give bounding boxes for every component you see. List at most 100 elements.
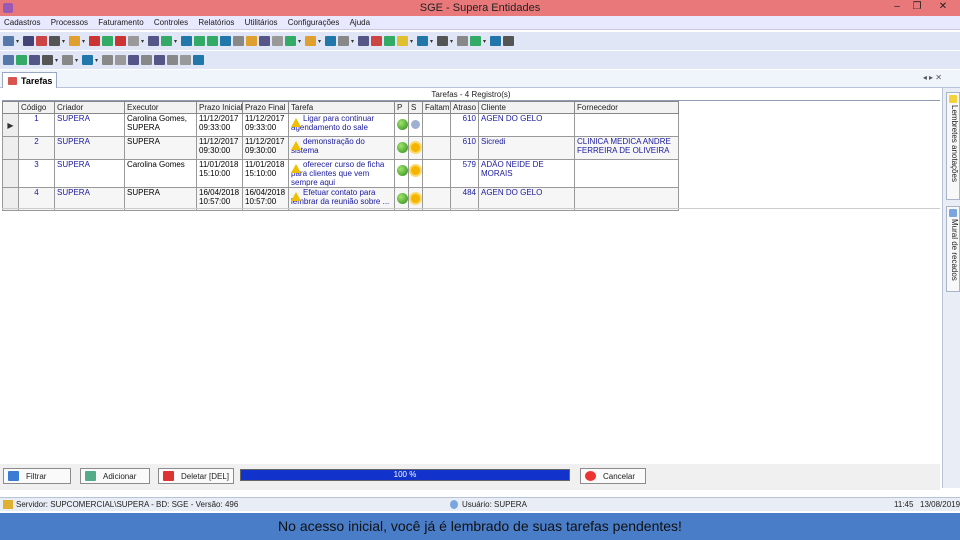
tab-tarefas[interactable]: Tarefas — [2, 72, 57, 88]
cancelar-button[interactable]: Cancelar — [580, 468, 646, 484]
header-cliente[interactable]: Cliente — [478, 101, 575, 114]
tool-icon[interactable] — [16, 55, 27, 65]
tool-icon[interactable] — [259, 36, 270, 46]
tool-icon[interactable] — [128, 55, 139, 65]
tool-icon[interactable] — [128, 36, 139, 46]
tool-icon[interactable] — [193, 55, 204, 65]
tool-icon[interactable] — [167, 55, 178, 65]
tool-icon[interactable] — [437, 36, 448, 46]
header-s[interactable]: S — [408, 101, 423, 114]
vtab-mural[interactable]: Mural de recados — [946, 206, 960, 292]
filtrar-button[interactable]: Filtrar — [3, 468, 71, 484]
tool-icon[interactable] — [246, 36, 257, 46]
header-faltam[interactable]: Faltam — [422, 101, 451, 114]
tool-icon[interactable] — [89, 36, 100, 46]
adicionar-button[interactable]: Adicionar — [80, 468, 150, 484]
restore-icon[interactable]: ❐ — [910, 1, 924, 12]
tool-icon[interactable] — [29, 55, 40, 65]
dropdown-arrow-icon[interactable]: ▾ — [351, 38, 355, 45]
tool-icon[interactable] — [358, 36, 369, 46]
menu-item-configuracoes[interactable]: Configurações — [288, 18, 340, 27]
header-prazo-final[interactable]: Prazo Final — [242, 101, 289, 114]
tool-icon[interactable] — [3, 36, 14, 46]
tool-icon[interactable] — [102, 55, 113, 65]
dropdown-arrow-icon[interactable]: ▾ — [430, 38, 434, 45]
menu-item-ajuda[interactable]: Ajuda — [350, 18, 370, 27]
row-indicator[interactable] — [2, 159, 19, 188]
header-p[interactable]: P — [394, 101, 409, 114]
header-criador[interactable]: Criador — [54, 101, 125, 114]
menu-item-utilitarios[interactable]: Utilitários — [245, 18, 278, 27]
header-tarefa[interactable]: Tarefa — [288, 101, 395, 114]
tab-scroll-arrows[interactable]: ◂ ▸ ✕ — [923, 73, 942, 82]
dropdown-arrow-icon[interactable]: ▾ — [318, 38, 322, 45]
tool-icon[interactable] — [141, 55, 152, 65]
tool-icon[interactable] — [194, 36, 205, 46]
tool-icon[interactable] — [180, 55, 191, 65]
dropdown-arrow-icon[interactable]: ▾ — [82, 38, 86, 45]
dropdown-arrow-icon[interactable]: ▾ — [483, 38, 487, 45]
tool-icon[interactable] — [417, 36, 428, 46]
row-indicator[interactable] — [2, 136, 19, 160]
dropdown-arrow-icon[interactable]: ▾ — [62, 38, 66, 45]
header-codigo[interactable]: Código — [18, 101, 55, 114]
table-row[interactable]: 3 SUPERA Carolina Gomes 11/01/2018 15:10:00… — [2, 159, 679, 188]
close-icon[interactable]: ✕ — [936, 1, 950, 12]
tool-icon[interactable] — [42, 55, 53, 65]
menu-item-processos[interactable]: Processos — [51, 18, 88, 27]
tool-icon[interactable] — [115, 55, 126, 65]
tool-icon[interactable] — [62, 55, 73, 65]
tool-icon[interactable] — [384, 36, 395, 46]
tool-icon[interactable] — [220, 36, 231, 46]
tool-icon[interactable] — [457, 36, 468, 46]
menu-item-controles[interactable]: Controles — [154, 18, 188, 27]
tool-icon[interactable] — [470, 36, 481, 46]
tool-icon[interactable] — [23, 36, 34, 46]
dropdown-arrow-icon[interactable]: ▾ — [55, 57, 59, 64]
header-prazo-inicial[interactable]: Prazo Inicial — [196, 101, 243, 114]
tool-icon[interactable] — [490, 36, 501, 46]
menu-item-cadastros[interactable]: Cadastros — [4, 18, 40, 27]
tool-icon[interactable] — [148, 36, 159, 46]
tool-icon[interactable] — [285, 36, 296, 46]
tool-icon[interactable] — [115, 36, 126, 46]
minimize-icon[interactable]: – — [890, 1, 904, 12]
tool-icon[interactable] — [49, 36, 60, 46]
tool-icon[interactable] — [371, 36, 382, 46]
header-fornecedor[interactable]: Fornecedor — [574, 101, 679, 114]
tool-icon[interactable] — [272, 36, 283, 46]
tool-icon[interactable] — [503, 36, 514, 46]
tool-icon[interactable] — [102, 36, 113, 46]
dropdown-arrow-icon[interactable]: ▾ — [95, 57, 99, 64]
tool-icon[interactable] — [207, 36, 218, 46]
dropdown-arrow-icon[interactable]: ▾ — [75, 57, 79, 64]
tool-icon[interactable] — [69, 36, 80, 46]
tool-icon[interactable] — [233, 36, 244, 46]
dropdown-arrow-icon[interactable]: ▾ — [16, 38, 20, 45]
tool-icon[interactable] — [154, 55, 165, 65]
dropdown-arrow-icon[interactable]: ▾ — [410, 38, 414, 45]
deletar-button[interactable]: Deletar [DEL] — [158, 468, 234, 484]
tool-icon[interactable] — [338, 36, 349, 46]
tool-icon[interactable] — [36, 36, 47, 46]
dropdown-arrow-icon[interactable]: ▾ — [450, 38, 454, 45]
dropdown-arrow-icon[interactable]: ▾ — [174, 38, 178, 45]
table-row[interactable]: ▶ 1 SUPERA Carolina Gomes, SUPERA 11/12/2017… — [2, 113, 679, 137]
tool-icon[interactable] — [397, 36, 408, 46]
tool-icon[interactable] — [161, 36, 172, 46]
table-row[interactable]: 2 SUPERA SUPERA 11/12/2017 09:30:00 11/12/20… — [2, 136, 679, 160]
menu-item-relatorios[interactable]: Relatórios — [198, 18, 234, 27]
tool-icon[interactable] — [305, 36, 316, 46]
menu-item-faturamento[interactable]: Faturamento — [98, 18, 143, 27]
header-executor[interactable]: Executor — [124, 101, 197, 114]
tool-icon[interactable] — [181, 36, 192, 46]
tool-icon[interactable] — [82, 55, 93, 65]
dropdown-arrow-icon[interactable]: ▾ — [141, 38, 145, 45]
dropdown-arrow-icon[interactable]: ▾ — [298, 38, 302, 45]
cell-codigo: 1 — [18, 113, 55, 137]
vtab-lembretes[interactable]: Lembretes anotações — [946, 92, 960, 200]
header-atraso[interactable]: Atraso — [450, 101, 479, 114]
row-indicator[interactable]: ▶ — [2, 113, 19, 137]
tool-icon[interactable] — [325, 36, 336, 46]
tool-icon[interactable] — [3, 55, 14, 65]
